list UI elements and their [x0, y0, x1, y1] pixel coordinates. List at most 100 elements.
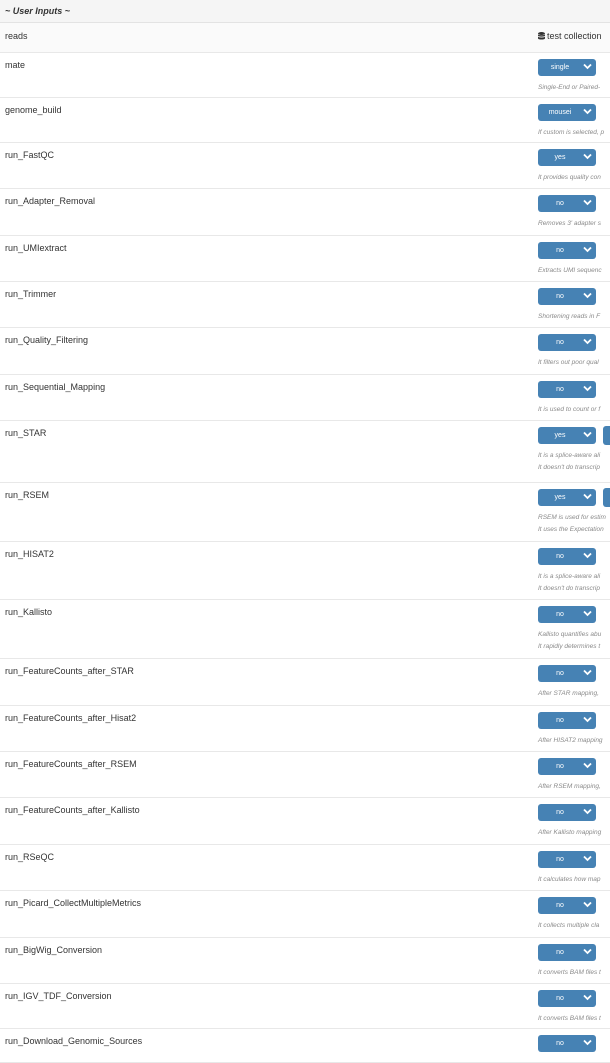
param-select[interactable]: no: [538, 851, 596, 868]
param-description: After RSEM mapping,: [538, 783, 601, 790]
param-select[interactable]: no: [538, 548, 596, 565]
param-description: Kallisto quantifies abu: [538, 631, 602, 638]
param-select[interactable]: no: [538, 195, 596, 212]
param-description: Extracts UMI sequenc: [538, 267, 602, 274]
param-select-value: no: [556, 553, 564, 560]
param-select[interactable]: no: [538, 897, 596, 914]
param-select[interactable]: mousei: [538, 104, 596, 121]
param-select-value: no: [556, 949, 564, 956]
param-select-value: no: [556, 670, 564, 677]
param-select[interactable]: no: [538, 758, 596, 775]
chevron-down-icon: [583, 338, 592, 345]
reads-collection-label: test collection: [547, 31, 602, 41]
param-label: run_UMIextract: [5, 243, 67, 253]
param-select-value: mousei: [548, 109, 572, 116]
param-row-run-umiextract: run_UMIextract no Extracts UMI sequenc: [0, 236, 610, 282]
chevron-down-icon: [583, 431, 592, 438]
param-label: run_FeatureCounts_after_Kallisto: [5, 805, 140, 815]
param-select-value: no: [556, 717, 564, 724]
param-label: run_Adapter_Removal: [5, 196, 96, 206]
param-label: run_FastQC: [5, 150, 55, 160]
param-description: Single-End or Paired-: [538, 84, 601, 91]
param-description: It uses the Expectation: [538, 526, 604, 533]
param-description: It calculates how map: [538, 876, 601, 883]
chevron-down-icon: [583, 669, 592, 676]
param-select-value: single: [550, 64, 570, 71]
settings-button[interactable]: [603, 426, 610, 445]
param-row-run-adapter-removal: run_Adapter_Removal no Removes 3' adapter …: [0, 189, 610, 236]
param-description: After HISAT2 mapping: [538, 737, 603, 744]
param-label: run_HISAT2: [5, 549, 54, 559]
parameter-list: mate single Single-End or Paired-genome_bu…: [0, 53, 610, 1063]
param-select-value: yes: [554, 494, 566, 501]
param-row-run-featurecounts-after-kallisto: run_FeatureCounts_after_Kallisto no After …: [0, 798, 610, 845]
param-row-run-bigwig-conversion: run_BigWig_Conversion no It converts BAM f…: [0, 938, 610, 984]
param-row-run-featurecounts-after-rsem: run_FeatureCounts_after_RSEM no After RSEM…: [0, 752, 610, 798]
reads-label: reads: [5, 31, 28, 41]
param-row-mate: mate single Single-End or Paired-: [0, 53, 610, 98]
param-description: It converts BAM files t: [538, 969, 601, 976]
param-label: run_FeatureCounts_after_RSEM: [5, 759, 137, 769]
chevron-down-icon: [583, 493, 592, 500]
param-row-run-rsem: run_RSEM yes RSEM is used for estim It uses…: [0, 483, 610, 542]
param-description: After STAR mapping,: [538, 690, 599, 697]
param-select[interactable]: no: [538, 334, 596, 351]
param-row-run-featurecounts-after-hisat2: run_FeatureCounts_after_Hisat2 no After HI…: [0, 706, 610, 752]
param-select[interactable]: yes: [538, 489, 596, 506]
param-select-value: no: [556, 995, 564, 1002]
param-description: RSEM is used for estim: [538, 514, 606, 521]
param-select[interactable]: no: [538, 712, 596, 729]
param-description: Removes 3' adapter s: [538, 220, 602, 227]
param-description: It converts BAM files t: [538, 1015, 601, 1022]
section-title[interactable]: ~ User Inputs ~: [0, 0, 610, 23]
param-select[interactable]: no: [538, 1035, 596, 1052]
param-select-value: yes: [554, 154, 566, 161]
param-label: run_Sequential_Mapping: [5, 382, 106, 392]
param-description: It doesn't do transcrip: [538, 585, 600, 592]
chevron-down-icon: [583, 994, 592, 1001]
param-row-run-hisat2: run_HISAT2 no It is a splice-aware ali It d…: [0, 542, 610, 600]
chevron-down-icon: [583, 292, 592, 299]
param-row-run-rseqc: run_RSeQC no It calculates how map: [0, 845, 610, 891]
chevron-down-icon: [583, 153, 592, 160]
chevron-down-icon: [583, 901, 592, 908]
param-select-value: no: [556, 809, 564, 816]
param-row-genome-build: genome_build mousei If custom is selected,…: [0, 98, 610, 143]
param-select[interactable]: no: [538, 288, 596, 305]
param-label: run_FeatureCounts_after_STAR: [5, 666, 134, 676]
chevron-down-icon: [583, 108, 592, 115]
user-inputs-panel: ~ User Inputs ~ reads test collection ma…: [0, 0, 610, 1063]
param-row-run-picard-collectmultiplemetrics: run_Picard_CollectMultipleMetrics no It co…: [0, 891, 610, 938]
param-select-value: no: [556, 386, 564, 393]
param-description: It is used to count or f: [538, 406, 601, 413]
param-description: After Kallisto mapping: [538, 829, 602, 836]
param-select[interactable]: yes: [538, 427, 596, 444]
chevron-down-icon: [583, 63, 592, 70]
param-select[interactable]: no: [538, 381, 596, 398]
settings-button[interactable]: [603, 488, 610, 507]
param-label: run_IGV_TDF_Conversion: [5, 991, 112, 1001]
param-select[interactable]: no: [538, 242, 596, 259]
param-description: It filters out poor qual: [538, 359, 599, 366]
param-select[interactable]: single: [538, 59, 596, 76]
param-label: run_STAR: [5, 428, 47, 438]
param-select[interactable]: no: [538, 665, 596, 682]
param-select-value: no: [556, 200, 564, 207]
param-select[interactable]: yes: [538, 149, 596, 166]
param-label: run_Picard_CollectMultipleMetrics: [5, 898, 142, 908]
param-select[interactable]: no: [538, 804, 596, 821]
param-description: It provides quality con: [538, 174, 601, 181]
reads-collection[interactable]: test collection: [538, 31, 602, 41]
param-select[interactable]: no: [538, 606, 596, 623]
param-description: It collects multiple cla: [538, 922, 600, 929]
param-description: Shortening reads in F: [538, 313, 601, 320]
param-row-run-igv-tdf-conversion: run_IGV_TDF_Conversion no It converts BAM …: [0, 984, 610, 1029]
param-select[interactable]: no: [538, 944, 596, 961]
param-label: run_Kallisto: [5, 607, 53, 617]
param-select[interactable]: no: [538, 990, 596, 1007]
param-row-run-kallisto: run_Kallisto no Kallisto quantifies abu It …: [0, 600, 610, 659]
param-select-value: no: [556, 763, 564, 770]
param-label: genome_build: [5, 105, 62, 115]
param-select-value: no: [556, 611, 564, 618]
param-label: run_RSeQC: [5, 852, 55, 862]
